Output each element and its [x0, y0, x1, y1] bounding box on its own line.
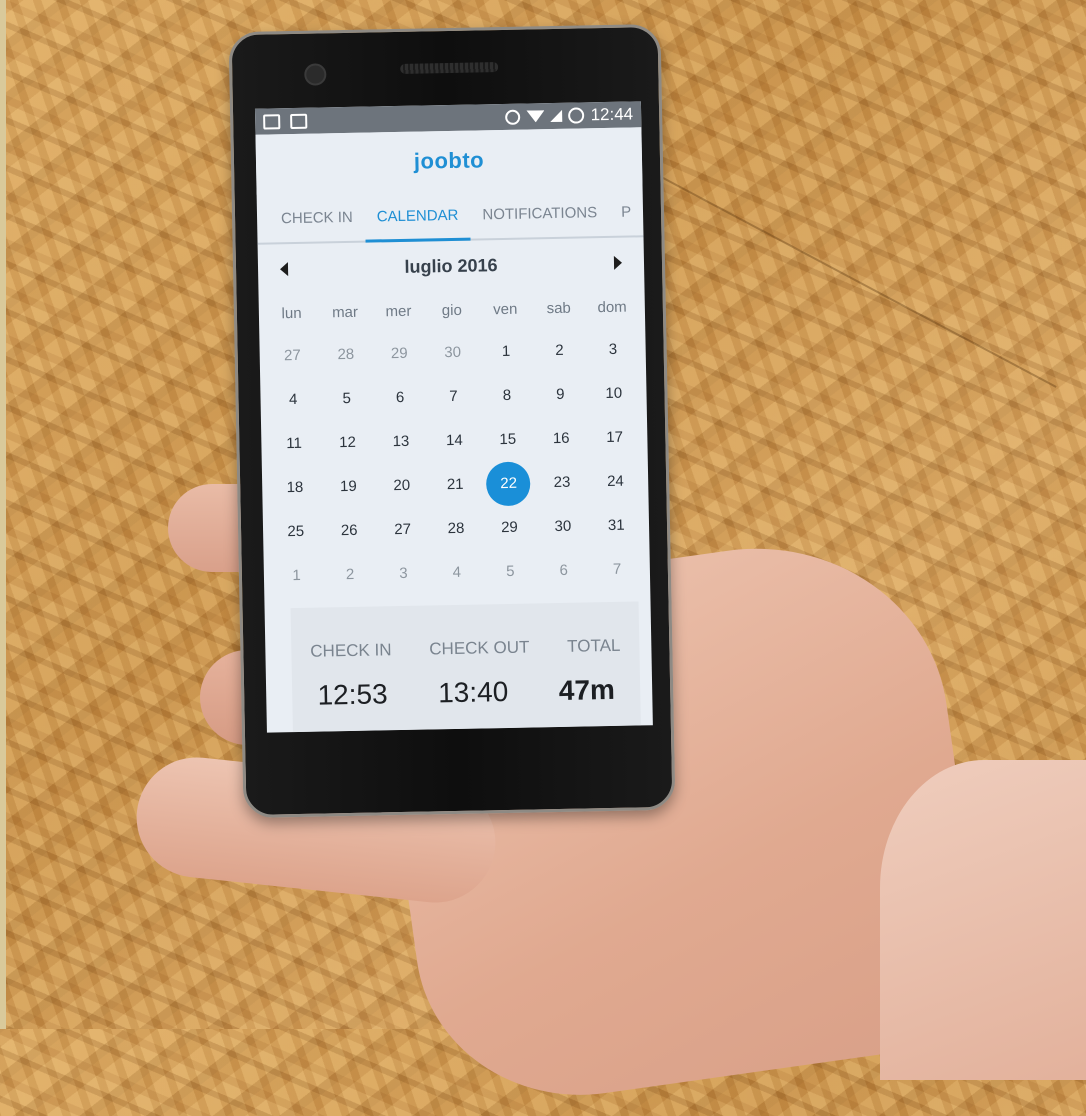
- calendar-day[interactable]: 5: [320, 377, 374, 422]
- image-icon: [263, 113, 281, 130]
- signal-icon: [550, 109, 563, 123]
- weekday-label: mer: [385, 302, 412, 321]
- calendar-day[interactable]: 7: [426, 374, 480, 419]
- calendar-day[interactable]: 29: [482, 505, 536, 550]
- weekday-label: gio: [441, 301, 463, 320]
- weekday-label: dom: [597, 298, 627, 317]
- calendar-day[interactable]: 2: [323, 552, 377, 597]
- calendar-day[interactable]: 9: [533, 372, 587, 417]
- tab-calendar[interactable]: CALENDAR: [364, 191, 471, 241]
- weekday-label: mar: [331, 303, 359, 322]
- calendar-day[interactable]: 21: [428, 462, 482, 507]
- month-navigation: luglio 2016: [258, 237, 645, 294]
- calendar-day[interactable]: 3: [586, 327, 640, 372]
- month-title: luglio 2016: [404, 254, 498, 277]
- calendar-day[interactable]: 27: [265, 334, 319, 379]
- calendar-day[interactable]: 29: [372, 331, 426, 376]
- calendar-day[interactable]: 30: [536, 504, 590, 549]
- calendar-day[interactable]: 12: [320, 421, 374, 466]
- calendar-day[interactable]: 19: [321, 464, 375, 509]
- calendar-day[interactable]: 14: [427, 418, 481, 463]
- phone-screen: 12:44 joobto CHECK IN CALENDAR NOTIFICAT…: [254, 101, 653, 733]
- calendar-day-selected[interactable]: 22: [482, 461, 536, 507]
- calendar-day[interactable]: 23: [535, 460, 589, 505]
- alarm-icon: [505, 109, 521, 125]
- calendar-day[interactable]: 6: [537, 548, 591, 593]
- tab-bar: CHECK IN CALENDAR NOTIFICATIONS P: [256, 187, 644, 245]
- calendar-day[interactable]: 17: [587, 415, 641, 460]
- tab-notifications[interactable]: NOTIFICATIONS: [470, 188, 610, 239]
- total-value: 47m: [558, 673, 616, 706]
- next-month-icon[interactable]: [613, 255, 623, 270]
- calendar-day[interactable]: 13: [374, 419, 428, 464]
- calendar-day[interactable]: 8: [480, 373, 534, 418]
- calendar-day[interactable]: 16: [534, 416, 588, 461]
- previous-month-icon[interactable]: [279, 262, 289, 277]
- sync-icon: [568, 107, 585, 124]
- total-label: TOTAL: [567, 635, 621, 656]
- calendar-day[interactable]: 20: [375, 463, 429, 508]
- calendar-day[interactable]: 4: [266, 378, 320, 423]
- check-out-value: 13:40: [437, 675, 509, 709]
- background-edge: [0, 0, 6, 1029]
- calendar-day[interactable]: 10: [587, 371, 641, 416]
- calendar-day[interactable]: 5: [483, 549, 537, 594]
- weekday-label: sab: [546, 299, 571, 318]
- calendar-day[interactable]: 30: [426, 330, 480, 375]
- wifi-icon: [527, 110, 545, 122]
- tab-check-in[interactable]: CHECK IN: [269, 193, 366, 243]
- calendar-day[interactable]: 26: [322, 508, 376, 553]
- day-summary-card: CHECK IN CHECK OUT TOTAL 12:53 13:40 47m: [290, 601, 641, 733]
- phone-device: 12:44 joobto CHECK IN CALENDAR NOTIFICAT…: [228, 23, 676, 819]
- calendar-day[interactable]: 7: [590, 547, 644, 592]
- calendar-day[interactable]: 1: [270, 554, 324, 599]
- calendar-day[interactable]: 18: [268, 466, 322, 511]
- calendar-grid: lun mar mer gio ven sab dom 27 28 29 30 …: [259, 287, 651, 598]
- calendar-day[interactable]: 6: [373, 375, 427, 420]
- check-out-label: CHECK OUT: [429, 637, 530, 659]
- calendar-day[interactable]: 31: [589, 503, 643, 548]
- weekday-label: ven: [493, 300, 518, 319]
- calendar-day[interactable]: 1: [479, 329, 533, 374]
- calendar-day[interactable]: 15: [481, 417, 535, 462]
- front-camera: [304, 63, 327, 86]
- calendar-day[interactable]: 27: [376, 507, 430, 552]
- wood-seam: [649, 170, 1057, 388]
- calendar-day[interactable]: 28: [429, 506, 483, 551]
- calendar-day[interactable]: 4: [430, 550, 484, 595]
- earpiece-speaker: [400, 62, 499, 74]
- calendar-day[interactable]: 25: [269, 510, 323, 555]
- hand-wrist: [880, 760, 1086, 1080]
- calendar-day[interactable]: 24: [588, 459, 642, 504]
- calendar-day[interactable]: 28: [319, 333, 373, 378]
- status-time: 12:44: [590, 104, 634, 125]
- camera-icon: [290, 113, 308, 129]
- calendar-day[interactable]: 11: [267, 422, 321, 467]
- calendar-day[interactable]: 2: [532, 328, 586, 373]
- app-logo: joobto: [413, 147, 485, 174]
- weekday-label: lun: [281, 304, 302, 323]
- app-bar: joobto: [255, 127, 643, 195]
- check-in-label: CHECK IN: [310, 640, 392, 661]
- check-in-value: 12:53: [317, 678, 388, 711]
- tab-partial[interactable]: P: [609, 187, 644, 236]
- calendar-day[interactable]: 3: [376, 551, 430, 596]
